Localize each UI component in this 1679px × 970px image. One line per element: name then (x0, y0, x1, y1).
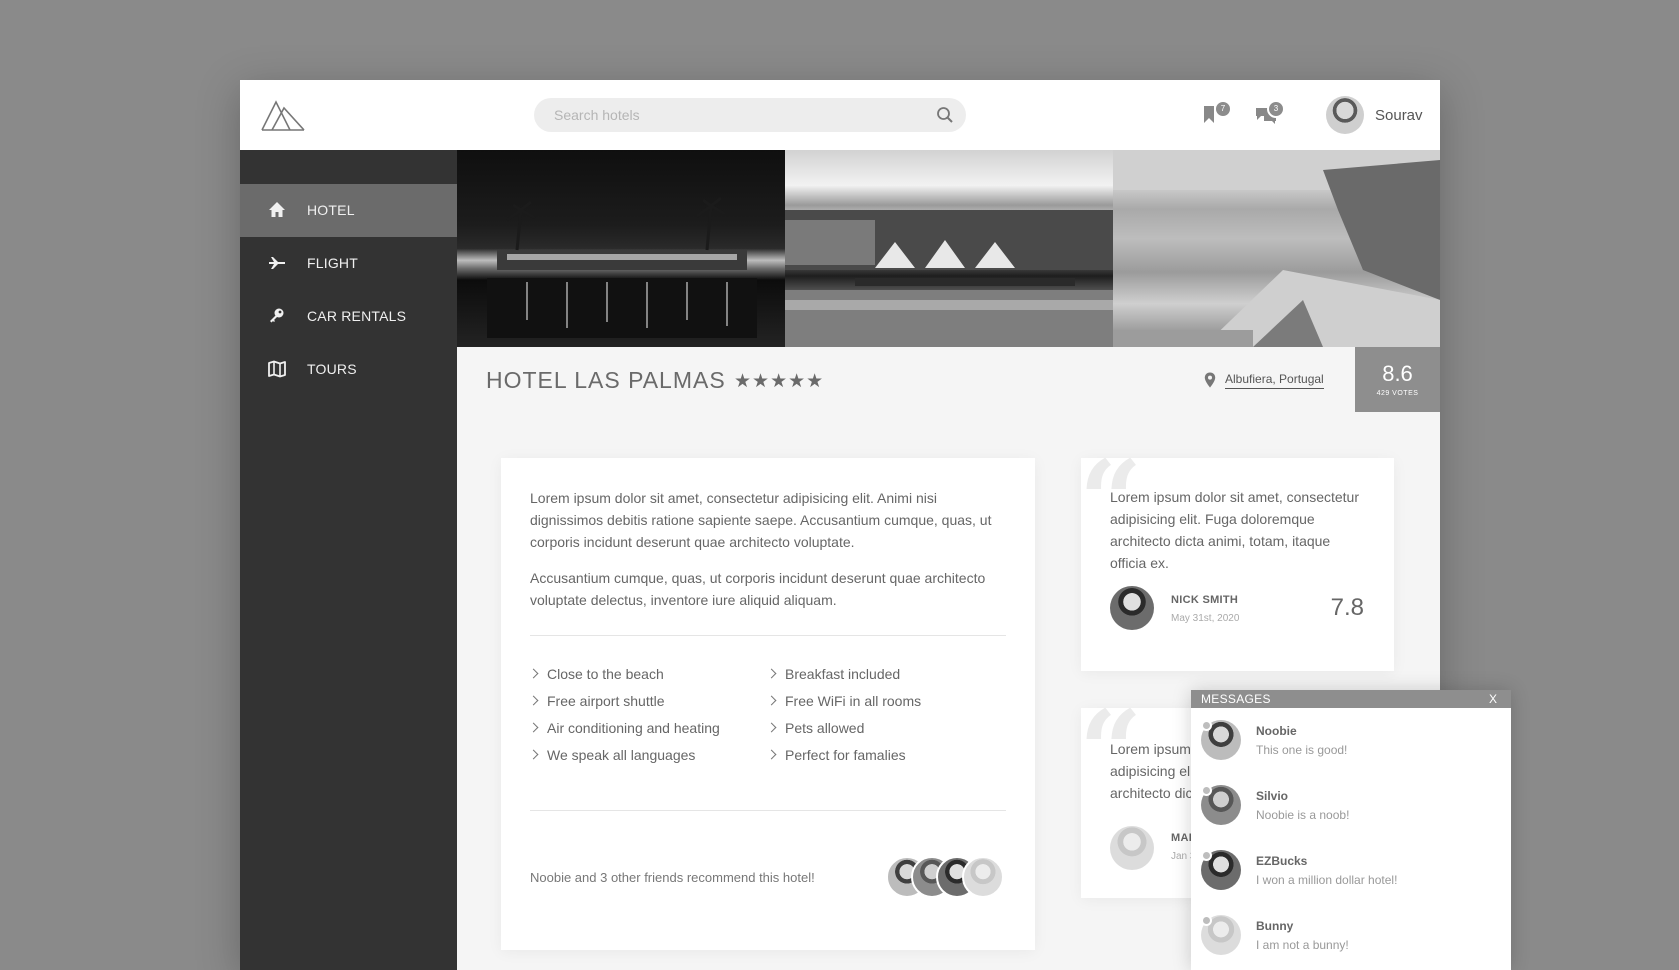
top-header: 7 3 Sourav (240, 80, 1440, 150)
divider (530, 635, 1006, 636)
status-dot-icon (1201, 720, 1212, 731)
messages-header[interactable]: MESSAGES X (1191, 690, 1511, 708)
mountain-logo-icon[interactable] (260, 98, 306, 132)
review-score: 7.8 (1330, 594, 1364, 621)
gallery-photo-day-pool[interactable] (785, 150, 1113, 347)
hotel-score: 8.6 (1382, 361, 1413, 386)
chevron-right-icon (766, 749, 777, 760)
chevron-right-icon (528, 695, 539, 706)
friend-avatars (886, 856, 1026, 898)
chevron-right-icon (528, 668, 539, 679)
hotel-gallery (457, 150, 1440, 347)
message-item[interactable]: EZBucks I won a million dollar hotel! (1191, 838, 1511, 903)
chevron-right-icon (766, 695, 777, 706)
review-text: Lorem ipsum dolor sit amet, consectetur … (1110, 489, 1359, 571)
review-date: May 31st, 2020 (1171, 613, 1240, 624)
message-text: I am not a bunny! (1256, 938, 1349, 952)
message-item[interactable]: Noobie This one is good! (1191, 708, 1511, 773)
home-icon (269, 202, 285, 217)
message-sender: Silvio (1256, 789, 1289, 803)
chevron-right-icon (766, 722, 777, 733)
hotel-location-link[interactable]: Albufiera, Portugal (1225, 372, 1324, 389)
sidebar-item-label: HOTEL (307, 202, 355, 218)
star-rating: ★★★★★ (734, 371, 825, 392)
feature-item: Free airport shuttle (528, 693, 665, 709)
feature-item: Free WiFi in all rooms (766, 693, 921, 709)
status-dot-icon (1201, 785, 1212, 796)
message-sender: Bunny (1256, 919, 1294, 933)
recommend-text: Noobie and 3 other friends recommend thi… (530, 870, 815, 885)
review-card: “ Lorem ipsum dolor sit amet, consectetu… (1079, 446, 1394, 671)
chat-button[interactable]: 3 (1252, 100, 1285, 130)
key-icon (270, 308, 284, 323)
divider (530, 810, 1006, 811)
description-paragraph: Accusantium cumque, quas, ut corporis in… (530, 570, 986, 608)
sidebar-item-label: TOURS (307, 361, 357, 377)
close-button[interactable]: X (1489, 692, 1497, 706)
sidebar-item-label: FLIGHT (307, 255, 358, 271)
message-item[interactable]: Bunny I am not a bunny! (1191, 903, 1511, 968)
user-avatar[interactable] (1326, 96, 1364, 134)
search-input[interactable] (534, 98, 966, 132)
feature-item: Air conditioning and heating (528, 720, 720, 736)
gallery-photo-night-pool[interactable] (457, 150, 785, 347)
search-icon[interactable] (936, 106, 954, 124)
feature-item: Breakfast included (766, 666, 900, 682)
gallery-photo-terrace-sea[interactable] (1113, 150, 1440, 347)
user-name[interactable]: Sourav (1375, 107, 1423, 124)
location-pin-icon (1204, 372, 1216, 388)
sidebar-item-tours[interactable]: TOURS (240, 343, 457, 396)
messages-title: MESSAGES (1201, 692, 1271, 706)
message-item[interactable]: Silvio Noobie is a noob! (1191, 773, 1511, 838)
messages-badge: 3 (1267, 100, 1285, 118)
hotel-votes: 429 VOTES (1376, 390, 1419, 397)
map-icon (268, 360, 286, 378)
message-text: This one is good! (1256, 743, 1348, 757)
sidebar-item-flight[interactable]: FLIGHT (240, 237, 457, 290)
reviewer-avatar[interactable] (1110, 826, 1154, 870)
bookmarks-button[interactable]: 7 (1199, 100, 1232, 130)
sidebar-item-hotel[interactable]: HOTEL (240, 184, 457, 237)
feature-item: Perfect for famalies (766, 747, 906, 763)
description-card: Lorem ipsum dolor sit amet, consectetur … (501, 458, 1035, 950)
feature-item: Close to the beach (528, 666, 664, 682)
message-sender: Noobie (1256, 724, 1297, 738)
message-text: I won a million dollar hotel! (1256, 873, 1398, 887)
bookmarks-badge: 7 (1214, 100, 1232, 118)
chevron-right-icon (528, 749, 539, 760)
search-bar (534, 98, 966, 132)
chevron-right-icon (528, 722, 539, 733)
plane-icon (269, 257, 285, 269)
description-paragraph: Lorem ipsum dolor sit amet, consectetur … (530, 490, 992, 550)
feature-item: We speak all languages (528, 747, 695, 763)
sidebar-item-label: CAR RENTALS (307, 308, 407, 324)
friend-avatar[interactable] (962, 856, 1004, 898)
reviewer-avatar[interactable] (1110, 586, 1154, 630)
hotel-name: HOTEL LAS PALMAS (486, 367, 726, 393)
messages-panel: MESSAGES X Noobie This one is good! Silv… (1191, 690, 1511, 970)
reviewer-name: NICK SMITH (1171, 594, 1239, 606)
sidebar-item-car-rentals[interactable]: CAR RENTALS (240, 290, 457, 343)
feature-item: Pets allowed (766, 720, 864, 736)
status-dot-icon (1201, 850, 1212, 861)
hotel-score-box: 8.6 429 VOTES (1355, 347, 1440, 412)
chevron-right-icon (766, 668, 777, 679)
status-dot-icon (1201, 915, 1212, 926)
message-sender: EZBucks (1256, 854, 1308, 868)
sidebar: HOTEL FLIGHT CAR RENTALS TOURS (240, 150, 457, 970)
message-text: Noobie is a noob! (1256, 808, 1350, 822)
